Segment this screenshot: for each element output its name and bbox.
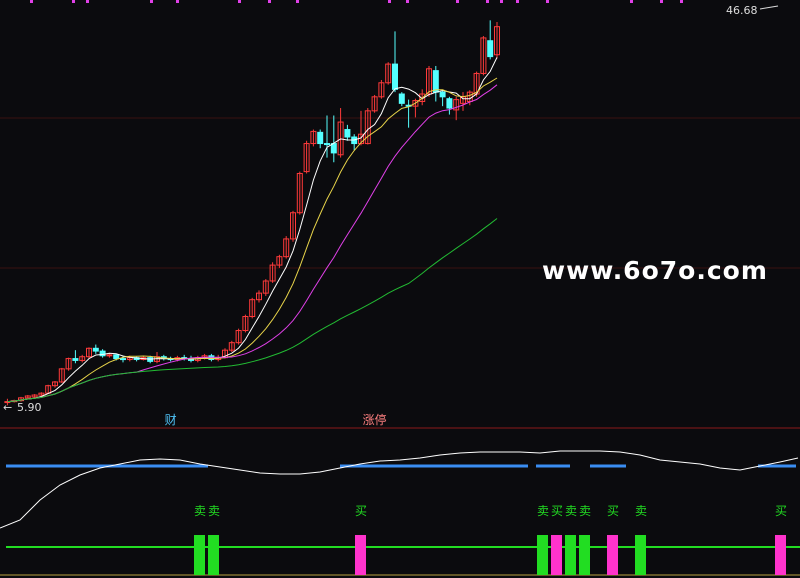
signal-label: 卖 xyxy=(579,504,591,518)
candle-down xyxy=(113,354,120,360)
signal-bar xyxy=(194,535,205,575)
top-dot xyxy=(486,0,489,3)
signal-bar xyxy=(208,535,219,575)
candle-down xyxy=(432,70,439,93)
top-dot xyxy=(388,0,391,3)
candle-down xyxy=(398,93,405,104)
candle-down xyxy=(72,358,79,361)
price-high-label: 46.68 xyxy=(726,4,758,17)
stock-chart: 46.68 ← 5.90 www.6o7o.com 财涨停 卖卖买卖买卖卖买卖买 xyxy=(0,0,800,578)
top-dot xyxy=(516,0,519,3)
signal-label: 买 xyxy=(355,504,367,518)
candle-down xyxy=(330,143,337,154)
signal-label: 卖 xyxy=(635,504,647,518)
signal-bar xyxy=(355,535,366,575)
top-dot xyxy=(660,0,663,3)
event-marker: 财 xyxy=(165,413,177,427)
top-dot xyxy=(406,0,409,3)
top-dot xyxy=(296,0,299,3)
signal-label: 买 xyxy=(551,504,563,518)
top-dot xyxy=(30,0,33,3)
top-dot xyxy=(456,0,459,3)
signal-bar xyxy=(775,535,786,575)
top-dot xyxy=(86,0,89,3)
signal-label: 买 xyxy=(775,504,787,518)
signal-bar xyxy=(537,535,548,575)
top-dot xyxy=(150,0,153,3)
signal-label: 卖 xyxy=(208,504,220,518)
candle-down xyxy=(446,98,453,109)
top-dot xyxy=(72,0,75,3)
candle-up xyxy=(106,354,113,357)
price-low-label: 5.90 xyxy=(17,401,42,414)
chart-background xyxy=(0,0,800,578)
event-marker: 涨停 xyxy=(363,412,387,427)
candle-down xyxy=(344,129,351,138)
candle-down xyxy=(439,91,446,98)
candle-down xyxy=(392,63,398,90)
top-dot xyxy=(176,0,179,3)
candle-down xyxy=(324,143,330,146)
candle-down xyxy=(92,347,99,352)
price-low-arrow: ← xyxy=(3,401,12,414)
top-dot xyxy=(268,0,271,3)
signal-label: 卖 xyxy=(565,504,577,518)
signal-bar xyxy=(551,535,562,575)
top-dot xyxy=(500,0,503,3)
top-dot xyxy=(546,0,549,3)
top-dot xyxy=(630,0,633,3)
candle-down xyxy=(120,358,126,361)
signal-bar xyxy=(579,535,590,575)
watermark-text: www.6o7o.com xyxy=(542,256,768,285)
candle-down xyxy=(317,131,324,145)
signal-bar xyxy=(635,535,646,575)
signal-bar xyxy=(565,535,576,575)
signal-label: 卖 xyxy=(537,504,549,518)
signal-label: 卖 xyxy=(194,504,206,518)
top-dot xyxy=(238,0,241,3)
signal-bar xyxy=(607,535,618,575)
signal-label: 买 xyxy=(607,504,619,518)
candle-down xyxy=(487,40,494,58)
top-dot xyxy=(680,0,683,3)
